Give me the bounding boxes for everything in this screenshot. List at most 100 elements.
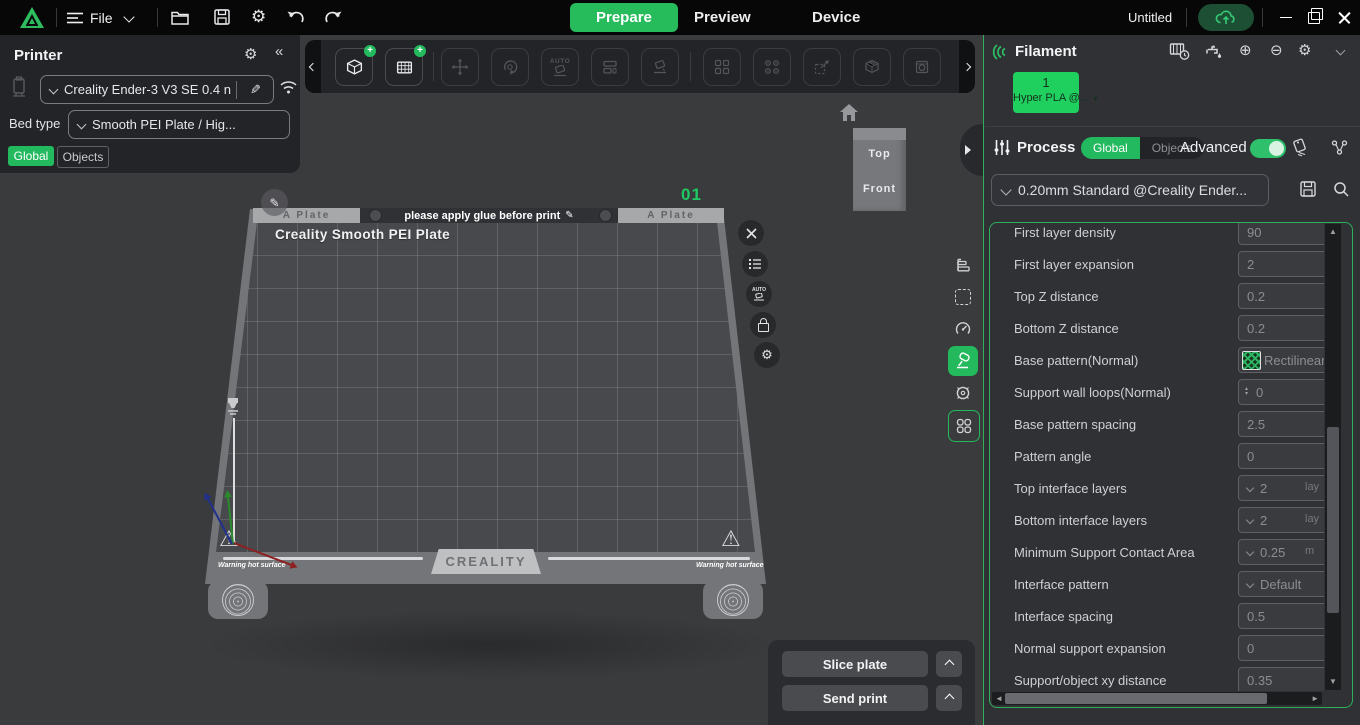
plate-settings-button[interactable]: ⚙ (753, 341, 781, 369)
home-view-icon[interactable] (839, 103, 859, 122)
toolbar-scroll-left-button[interactable] (305, 40, 321, 93)
param-select-field[interactable]: 2 lay (1238, 475, 1324, 501)
param-input-field[interactable]: 90 (1238, 223, 1324, 245)
collapse-panel-icon[interactable]: « (275, 43, 283, 60)
close-button[interactable] (1330, 0, 1358, 35)
advanced-toggle[interactable] (1250, 139, 1286, 158)
param-spinner-field[interactable]: ▴ ▾ 0 (1238, 379, 1324, 405)
printer-scope-tab-objects[interactable]: Objects (57, 146, 109, 168)
plate-settings-list-button[interactable] (741, 250, 769, 278)
lay-on-face-button[interactable] (641, 48, 679, 86)
scroll-left-arrow-icon[interactable]: ◄ (995, 694, 1003, 703)
file-menu[interactable]: File (67, 0, 113, 35)
process-preset-select[interactable]: 0.20mm Standard @Creality Ender... (991, 174, 1269, 206)
param-input-field[interactable]: 0.35 (1238, 667, 1324, 691)
slice-plate-button[interactable]: Slice plate (782, 651, 928, 677)
param-input-field[interactable]: 0.2 (1238, 315, 1324, 341)
support-paint-button[interactable] (853, 48, 891, 86)
param-input-field[interactable]: 0 (1238, 635, 1324, 661)
filament-slot-1[interactable]: 1 Hyper PLA @... ▼ (1013, 72, 1099, 113)
param-pattern-field[interactable]: Rectilinear (1238, 347, 1324, 373)
slice-options-button[interactable] (936, 651, 962, 677)
param-input-field[interactable]: 0.5 (1238, 603, 1324, 629)
horizontal-scrollbar[interactable]: ◄ ► (992, 692, 1322, 705)
workflow-compare-icon[interactable] (1330, 138, 1349, 157)
param-input-field[interactable]: 2.5 (1238, 411, 1324, 437)
vertical-scrollbar[interactable]: ▲ ▼ (1325, 224, 1341, 690)
orientation-cube[interactable]: Top Front (853, 128, 906, 211)
save-icon[interactable] (213, 8, 231, 26)
scroll-up-arrow-icon[interactable]: ▲ (1329, 228, 1337, 236)
split-to-objects-button[interactable] (703, 48, 741, 86)
orientation-cube-front-label[interactable]: Front (853, 183, 906, 195)
filament-dropdown-arrow-icon[interactable]: ▼ (1092, 96, 1099, 103)
split-to-parts-button[interactable] (753, 48, 791, 86)
file-menu-chevron-icon[interactable] (123, 11, 135, 23)
filament-collapse-chevron-icon[interactable] (1335, 45, 1346, 56)
param-select-field[interactable]: Default (1238, 571, 1324, 597)
parameter-table-icon[interactable] (1292, 138, 1311, 157)
wifi-icon[interactable] (279, 79, 298, 95)
cloud-upload-button[interactable] (1198, 4, 1254, 31)
tab-device[interactable]: Device (812, 9, 860, 26)
redo-icon[interactable] (323, 9, 343, 25)
minimize-button[interactable] (1272, 0, 1300, 35)
scroll-down-arrow-icon[interactable]: ▼ (1329, 678, 1337, 686)
assembly-view-button[interactable] (903, 48, 941, 86)
plate-auto-orient-button[interactable]: AUTO (745, 280, 773, 308)
orientation-cube-top-label[interactable]: Top (853, 148, 906, 160)
remove-filament-icon[interactable]: ⊖ (1270, 41, 1283, 59)
scale-to-fit-button[interactable] (803, 48, 841, 86)
undo-icon[interactable] (286, 9, 306, 25)
param-input-field[interactable]: 0 (1238, 443, 1324, 469)
orientation-cube-top-face[interactable] (853, 128, 906, 140)
settings-gear-icon[interactable]: ⚙ (251, 7, 266, 27)
scroll-right-arrow-icon[interactable]: ► (1311, 694, 1319, 703)
selection-tool-button[interactable] (948, 282, 978, 312)
bed-type-select[interactable]: Smooth PEI Plate / Hig... (68, 110, 290, 139)
param-select-field[interactable]: 2 lay (1238, 507, 1324, 533)
filament-settings-gear-icon[interactable]: ⚙ (1298, 41, 1311, 59)
multi-plate-tool-button[interactable] (948, 410, 980, 442)
printer-scope-tab-global[interactable]: Global (8, 146, 54, 166)
rotate-button[interactable] (491, 48, 529, 86)
arrange-button[interactable] (591, 48, 629, 86)
support-tool-button[interactable] (948, 346, 978, 376)
add-model-button[interactable]: + (335, 45, 376, 86)
panel-expand-handle[interactable] (960, 124, 983, 176)
toolbar-scroll-right-button[interactable] (959, 40, 975, 93)
vertical-scrollbar-thumb[interactable] (1327, 427, 1339, 613)
search-parameters-icon[interactable] (1332, 180, 1350, 198)
param-input-field[interactable]: 2 (1238, 251, 1324, 277)
delete-plate-button[interactable] (737, 219, 765, 247)
open-file-icon[interactable] (170, 8, 190, 26)
param-select-field[interactable]: 0.25 m (1238, 539, 1324, 565)
seam-tool-button[interactable] (948, 378, 978, 408)
tab-preview[interactable]: Preview (694, 9, 751, 26)
process-scope-global[interactable]: Global (1081, 137, 1140, 159)
printer-settings-gear-icon[interactable]: ⚙ (244, 45, 257, 63)
plate-edit-button[interactable]: ✎ (261, 189, 288, 216)
restore-button[interactable] (1300, 0, 1328, 35)
spinner-arrows-icon[interactable]: ▴ ▾ (1245, 386, 1248, 397)
printer-select[interactable]: Creality Ender-3 V3 SE 0.4 n ✎ (40, 75, 274, 104)
save-preset-icon[interactable] (1299, 180, 1317, 198)
send-print-button[interactable]: Send print (782, 685, 928, 711)
tab-prepare[interactable]: Prepare (570, 3, 678, 32)
send-options-button[interactable] (936, 685, 962, 711)
parameter-list[interactable]: First layer density 90 First layer expansi… (990, 223, 1324, 691)
param-row: Normal support expansion 0 (990, 632, 1324, 664)
plate-lock-button[interactable] (749, 311, 777, 339)
horizontal-scrollbar-thumb[interactable] (1005, 693, 1267, 704)
build-plate[interactable]: A Plate please apply glue before print ✎… (201, 185, 773, 626)
auto-orient-button[interactable]: AUTO (541, 48, 579, 86)
add-filament-icon[interactable]: ⊕ (1239, 41, 1252, 59)
move-button[interactable] (441, 48, 479, 86)
speed-gauge-tool-button[interactable] (948, 314, 978, 344)
add-plate-button[interactable]: + (385, 45, 426, 86)
layer-compare-tool-button[interactable] (948, 250, 978, 280)
ams-sync-icon[interactable] (1169, 42, 1191, 61)
flush-faucet-icon[interactable] (1205, 43, 1223, 61)
param-input-field[interactable]: 0.2 (1238, 283, 1324, 309)
edit-printer-pencil-icon[interactable]: ✎ (250, 82, 261, 98)
